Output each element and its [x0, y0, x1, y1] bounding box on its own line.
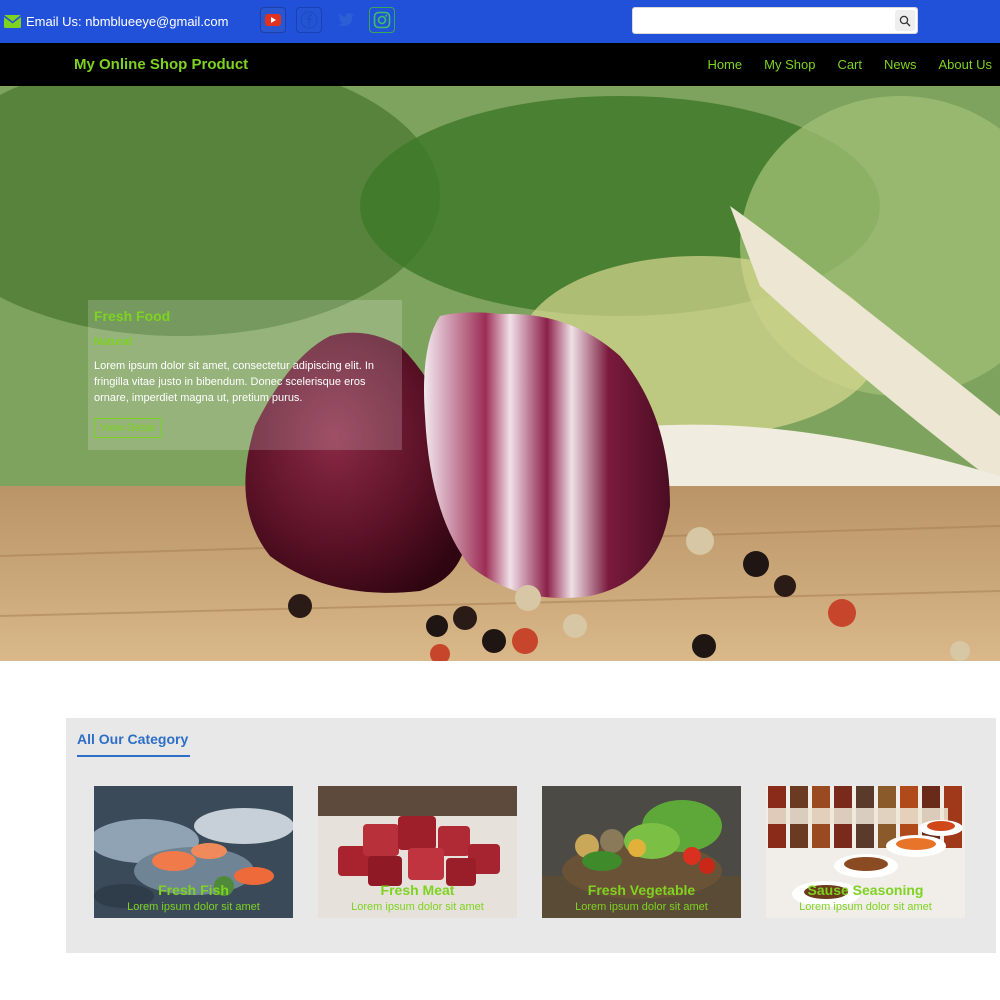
twitter-icon[interactable] — [333, 7, 359, 33]
search-button[interactable] — [895, 10, 915, 31]
instagram-icon[interactable] — [369, 7, 395, 33]
card-text: Lorem ipsum dolor sit amet — [799, 901, 932, 913]
category-card-meat[interactable]: Fresh Meat Lorem ipsum dolor sit amet — [318, 786, 517, 918]
nav-home[interactable]: Home — [707, 57, 742, 72]
facebook-icon[interactable] — [296, 7, 322, 33]
category-title: All Our Category — [77, 731, 189, 747]
hero-caption: Fresh Food Natural Lorem ipsum dolor sit… — [88, 300, 402, 450]
nav-my-shop[interactable]: My Shop — [764, 57, 815, 72]
view-detail-button[interactable]: View Detail — [94, 418, 161, 438]
card-text: Lorem ipsum dolor sit amet — [127, 901, 260, 913]
card-title: Fresh Vegetable — [587, 882, 696, 898]
category-card-seasoning[interactable]: Sause Seasoning Lorem ipsum dolor sit am… — [766, 786, 965, 918]
nav-news[interactable]: News — [884, 57, 917, 72]
hero-subtitle: Natural — [94, 336, 132, 348]
category-underline — [77, 755, 190, 757]
card-text: Lorem ipsum dolor sit amet — [351, 901, 484, 913]
nav-cart[interactable]: Cart — [837, 57, 862, 72]
youtube-icon[interactable] — [260, 7, 286, 33]
email-label: Email Us: nbmblueeye@gmail.com — [26, 14, 229, 29]
card-title: Fresh Meat — [380, 882, 455, 898]
hero-text: Lorem ipsum dolor sit amet, consectetur … — [94, 360, 375, 404]
search-icon — [899, 15, 911, 26]
vegetable-image — [542, 786, 741, 918]
hero-title: Fresh Food — [94, 308, 171, 324]
category-section: All Our Category Fresh Fish Lorem ipsum … — [66, 718, 996, 953]
card-title: Sause Seasoning — [807, 882, 924, 898]
envelope-icon — [4, 15, 21, 28]
card-title: Fresh Fish — [158, 882, 229, 898]
search-box — [632, 7, 918, 34]
main-navbar: My Online Shop Product Home My Shop Cart… — [0, 43, 1000, 86]
nav-menu: Home My Shop Cart News About Us — [685, 57, 992, 72]
card-text: Lorem ipsum dolor sit amet — [575, 901, 708, 913]
email-contact[interactable]: Email Us: nbmblueeye@gmail.com — [4, 14, 229, 29]
category-card-vegetable[interactable]: Fresh Vegetable Lorem ipsum dolor sit am… — [542, 786, 741, 918]
nav-about-us[interactable]: About Us — [939, 57, 992, 72]
seasoning-image — [766, 786, 965, 918]
category-card-fish[interactable]: Fresh Fish Lorem ipsum dolor sit amet — [94, 786, 293, 918]
search-input[interactable] — [633, 8, 891, 33]
meat-image — [318, 786, 517, 918]
site-brand[interactable]: My Online Shop Product — [74, 56, 248, 73]
top-bar: Email Us: nbmblueeye@gmail.com — [0, 0, 1000, 43]
hero-banner: Fresh Food Natural Lorem ipsum dolor sit… — [0, 86, 1000, 661]
fish-image — [94, 786, 293, 918]
